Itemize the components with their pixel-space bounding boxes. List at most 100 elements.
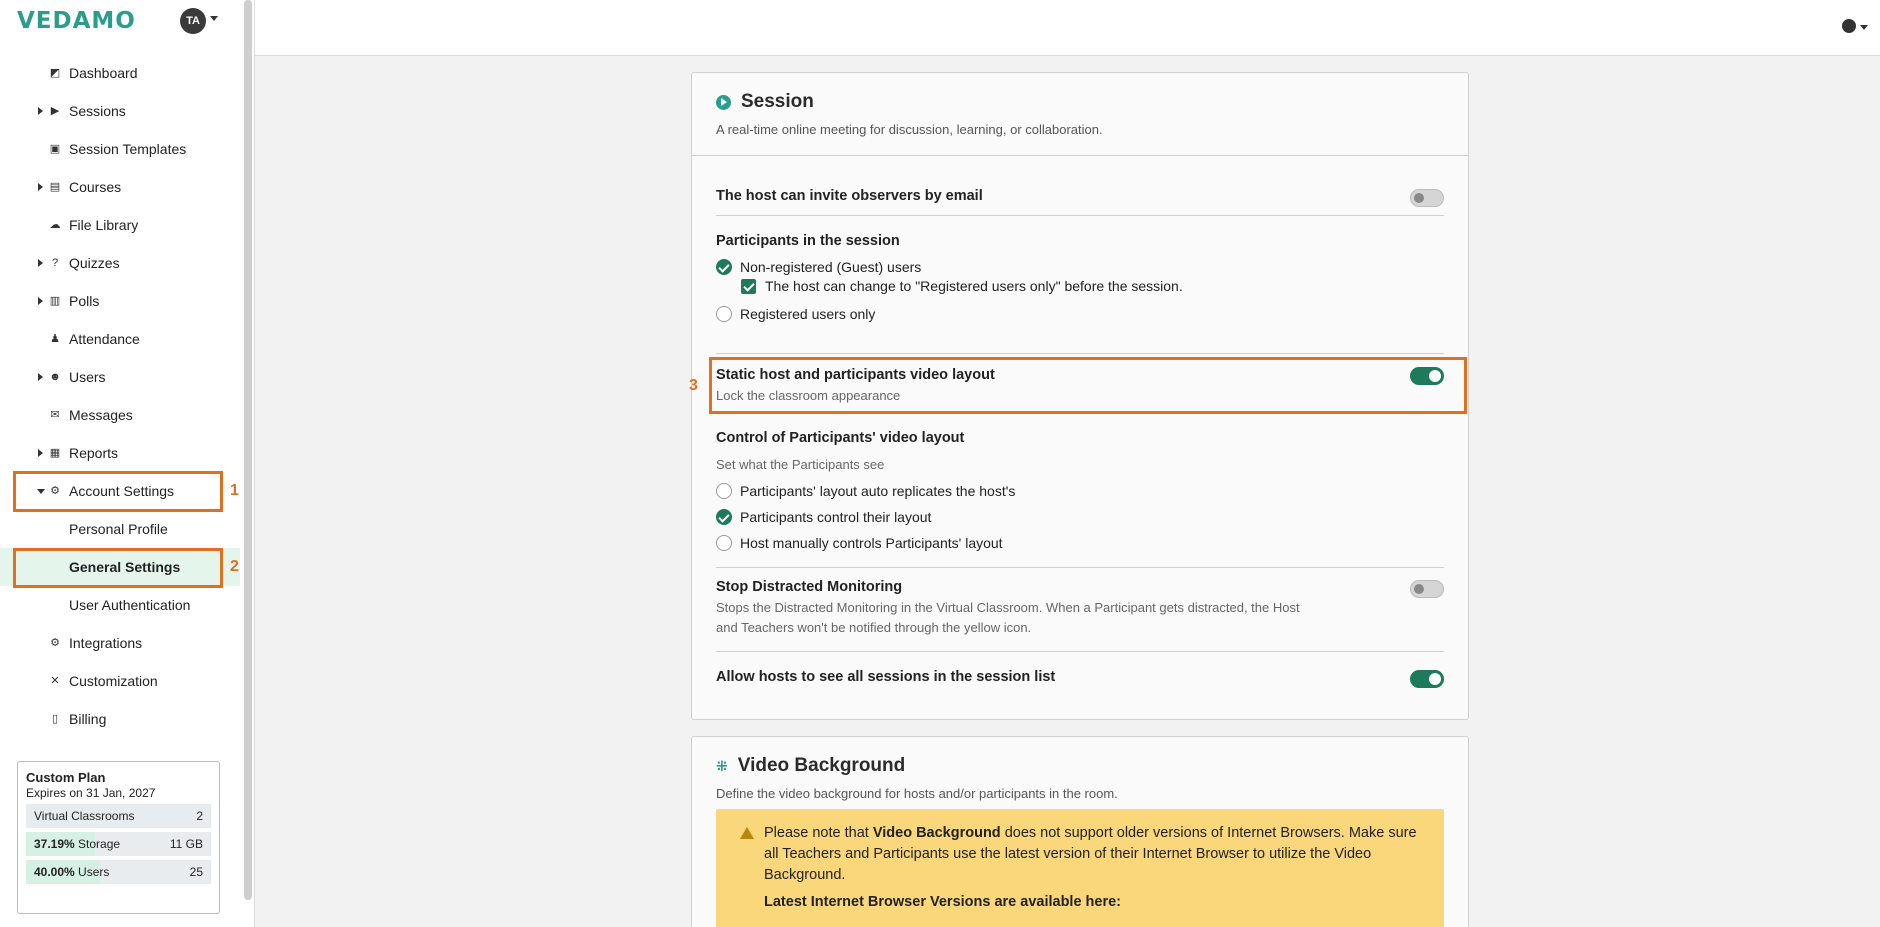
- sidebar-item-integrations[interactable]: ⚙ Integrations: [0, 624, 240, 662]
- sidebar-item-session-templates[interactable]: ▣ Session Templates: [0, 130, 240, 168]
- sidebar-item-reports[interactable]: ▦ Reports: [0, 434, 240, 472]
- chevron-right-icon[interactable]: [38, 373, 43, 381]
- plan-expiry: Expires on 31 Jan, 2027: [26, 786, 156, 800]
- latest-browsers-heading: Latest Internet Browser Versions are ava…: [764, 894, 1122, 910]
- option-host-can-change[interactable]: The host can change to "Registered users…: [741, 278, 1183, 294]
- sidebar-item-billing[interactable]: ▯ Billing: [0, 700, 240, 738]
- sidebar-item-sessions[interactable]: ▶ Sessions: [0, 92, 240, 130]
- radio-selected-icon[interactable]: [716, 259, 732, 275]
- cogs-icon: ⚙: [50, 637, 60, 649]
- sidebar-item-label: User Authentication: [69, 597, 191, 613]
- distracted-subtitle-line2: and Teachers won't be notified through t…: [716, 620, 1032, 635]
- sidebar-item-label: Sessions: [69, 103, 126, 119]
- annotation-2: 2: [230, 558, 239, 575]
- video-card-title: Video Background: [737, 755, 906, 776]
- note-text: Please note that: [764, 825, 873, 841]
- chevron-right-icon[interactable]: [38, 297, 43, 305]
- sidebar-item-messages[interactable]: ✉ Messages: [0, 396, 240, 434]
- divider: [716, 353, 1444, 354]
- sidebar-item-label: Reports: [69, 445, 119, 461]
- invoice-icon: ▯: [51, 713, 59, 725]
- checkbox-checked-icon[interactable]: [741, 278, 756, 294]
- divider: [716, 567, 1444, 568]
- radio-empty-icon[interactable]: [716, 306, 732, 322]
- sidebar-item-users[interactable]: ☻ Users: [0, 358, 240, 396]
- topbar: [254, 0, 1880, 56]
- plan-row-value: 25: [189, 865, 203, 879]
- plan-row-percent: 37.19%: [34, 837, 75, 851]
- vedamo-logo[interactable]: VEDAMO: [17, 8, 136, 34]
- sidebar-nav: ◩ Dashboard ▶ Sessions ▣ Session Templat…: [0, 54, 240, 738]
- plan-row-virtual-classrooms: Virtual Classrooms 2: [26, 804, 211, 828]
- option-guest-users[interactable]: Non-registered (Guest) users: [716, 259, 921, 275]
- avatar-chevron-down-icon[interactable]: [210, 16, 218, 21]
- option-label: Non-registered (Guest) users: [740, 259, 922, 275]
- option-label: Host manually controls Participants' lay…: [740, 535, 1003, 551]
- sidebar-item-general-settings[interactable]: General Settings: [0, 548, 240, 586]
- control-layout-title: Control of Participants' video layout: [716, 430, 965, 446]
- video-card-description: Define the video background for hosts an…: [716, 786, 1118, 801]
- sidebar-scrollbar[interactable]: [244, 0, 252, 900]
- chevron-down-icon[interactable]: [37, 488, 45, 494]
- annotation-1: 1: [230, 482, 239, 499]
- sidebar-item-courses[interactable]: ▤ Courses: [0, 168, 240, 206]
- browser-warning-note: Please note that Video Background does n…: [716, 809, 1444, 927]
- avatar[interactable]: TA: [180, 8, 206, 34]
- option-auto-replicate[interactable]: Participants' layout auto replicates the…: [716, 483, 1015, 499]
- grid-icon: ⁜: [716, 757, 728, 774]
- sidebar-item-label: Customization: [69, 673, 158, 689]
- chevron-right-icon[interactable]: [38, 449, 43, 457]
- sidebar-item-label: Attendance: [69, 331, 140, 347]
- sidebar-item-file-library[interactable]: ☁ File Library: [0, 206, 240, 244]
- sidebar-item-dashboard[interactable]: ◩ Dashboard: [0, 54, 240, 92]
- sidebar-item-account-settings[interactable]: ⚙ Account Settings: [0, 472, 240, 510]
- session-card: Session A real-time online meeting for d…: [689, 72, 1469, 720]
- sidebar-item-label: File Library: [69, 217, 139, 233]
- invite-observers-toggle[interactable]: [1410, 189, 1444, 207]
- sidebar-item-attendance[interactable]: ♟ Attendance: [0, 320, 240, 358]
- sidebar-item-customization[interactable]: ✕ Customization: [0, 662, 240, 700]
- globe-icon[interactable]: [1842, 19, 1856, 33]
- plan-title: Custom Plan: [26, 770, 106, 785]
- sidebar-item-label: Dashboard: [69, 65, 138, 81]
- radio-selected-icon[interactable]: [716, 509, 732, 525]
- option-label: Participants control their layout: [740, 509, 932, 525]
- chevron-right-icon[interactable]: [38, 259, 43, 267]
- distracted-toggle[interactable]: [1410, 580, 1444, 598]
- option-host-controls[interactable]: Host manually controls Participants' lay…: [716, 535, 1003, 551]
- sidebar-item-user-authentication[interactable]: User Authentication: [0, 586, 240, 624]
- option-label: Participants' layout auto replicates the…: [740, 483, 1016, 499]
- sidebar-item-polls[interactable]: ▥ Polls: [0, 282, 240, 320]
- note-bold: Video Background: [872, 825, 1001, 841]
- sidebar-item-label: Polls: [69, 293, 100, 309]
- distracted-title: Stop Distracted Monitoring: [716, 579, 903, 595]
- play-circle-icon: ▶: [50, 105, 60, 117]
- all-sessions-toggle[interactable]: [1410, 670, 1444, 688]
- sidebar-item-label: Account Settings: [69, 483, 175, 499]
- warning-icon: [740, 827, 754, 839]
- envelope-icon: ✉: [50, 409, 60, 421]
- chevron-right-icon[interactable]: [38, 183, 43, 191]
- option-registered-only[interactable]: Registered users only: [716, 306, 875, 322]
- sidebar-item-personal-profile[interactable]: Personal Profile: [0, 510, 240, 548]
- radio-empty-icon[interactable]: [716, 483, 732, 499]
- static-layout-title: Static host and participants video layou…: [716, 367, 995, 383]
- language-chevron-down-icon[interactable]: [1860, 25, 1868, 30]
- plan-row-value: 2: [196, 809, 203, 823]
- gear-icon: ⚙: [50, 485, 60, 497]
- radio-empty-icon[interactable]: [716, 535, 732, 551]
- sidebar-item-label: Quizzes: [69, 255, 120, 271]
- plan-row-storage: 37.19% Storage 11 GB: [26, 832, 211, 856]
- all-sessions-label: Allow hosts to see all sessions in the s…: [716, 669, 1056, 685]
- session-card-title: Session: [741, 91, 814, 112]
- static-layout-toggle[interactable]: [1410, 367, 1444, 385]
- users-icon: ☻: [49, 371, 61, 383]
- sidebar-item-label: General Settings: [69, 559, 181, 575]
- option-participants-control[interactable]: Participants control their layout: [716, 509, 931, 525]
- invite-observers-label: The host can invite observers by email: [716, 188, 983, 204]
- sidebar-item-quizzes[interactable]: ? Quizzes: [0, 244, 240, 282]
- chevron-right-icon[interactable]: [38, 107, 43, 115]
- control-layout-subtitle: Set what the Participants see: [716, 457, 885, 472]
- highlight-static-layout: [709, 357, 1467, 414]
- distracted-subtitle-line1: Stops the Distracted Monitoring in the V…: [716, 600, 1300, 615]
